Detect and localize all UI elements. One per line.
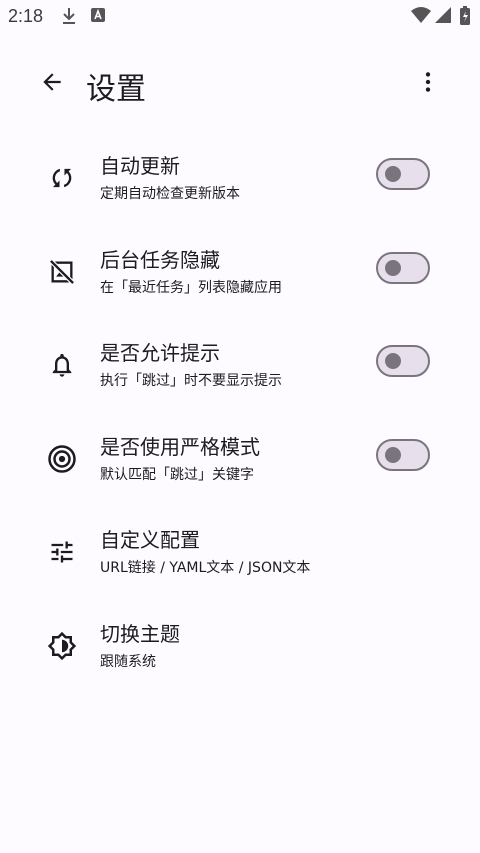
- toggle-knob: [385, 259, 401, 276]
- toggle-knob: [385, 353, 401, 369]
- app-notification-icon: [90, 6, 106, 28]
- setting-allow-hints[interactable]: 是否允许提示 执行「跳过」时不要显示提示: [0, 317, 480, 411]
- toggle-knob: [385, 446, 401, 463]
- setting-custom-config[interactable]: 自定义配置 URL链接 / YAML文本 / JSON文本: [0, 504, 480, 598]
- setting-subtitle: 跟随系统: [100, 653, 156, 670]
- download-icon: [60, 6, 78, 30]
- back-button[interactable]: [30, 62, 74, 106]
- setting-subtitle: 执行「跳过」时不要显示提示: [100, 373, 282, 389]
- top-app-bar: 设置: [0, 52, 480, 116]
- setting-hide-recents[interactable]: 后台任务隐藏 在「最近任务」列表隐藏应用: [0, 224, 480, 318]
- status-bar: 2:18: [0, 0, 480, 34]
- arrow-back-icon: [39, 69, 65, 99]
- toggle-knob: [385, 166, 401, 182]
- setting-title: 是否允许提示: [100, 341, 220, 365]
- hide-recents-toggle[interactable]: [376, 251, 430, 284]
- setting-theme[interactable]: 切换主题 跟随系统: [0, 598, 480, 692]
- setting-subtitle: 定期自动检查更新版本: [100, 186, 240, 202]
- setting-strict-mode[interactable]: 是否使用严格模式 默认匹配「跳过」关键字: [0, 411, 480, 505]
- battery-icon: [460, 6, 470, 30]
- target-icon: [44, 441, 80, 477]
- tune-icon: [44, 534, 80, 570]
- status-time: 2:18: [8, 6, 44, 26]
- setting-title: 自动更新: [100, 154, 180, 178]
- auto-update-toggle[interactable]: [376, 158, 430, 190]
- setting-title: 是否使用严格模式: [100, 434, 260, 459]
- wifi-icon: [410, 6, 432, 28]
- setting-subtitle: 在「最近任务」列表隐藏应用: [100, 279, 282, 296]
- settings-list: 自动更新 定期自动检查更新版本 后台任务隐藏 在「最近任务」列表隐藏应用 是否允…: [0, 130, 480, 691]
- bell-icon: [44, 347, 80, 383]
- allow-hints-toggle[interactable]: [376, 345, 430, 377]
- setting-title: 自定义配置: [100, 528, 200, 552]
- setting-subtitle: URL链接 / YAML文本 / JSON文本: [100, 560, 311, 576]
- more-vert-icon: [415, 69, 441, 99]
- page-title: 设置: [86, 72, 146, 107]
- signal-icon: [434, 6, 452, 28]
- brightness-icon: [44, 628, 80, 664]
- hide-image-icon: [44, 254, 80, 290]
- setting-auto-update[interactable]: 自动更新 定期自动检查更新版本: [0, 130, 480, 224]
- setting-title: 后台任务隐藏: [100, 247, 220, 272]
- setting-title: 切换主题: [100, 621, 180, 646]
- more-options-button[interactable]: [406, 62, 450, 106]
- strict-mode-toggle[interactable]: [376, 438, 430, 471]
- sync-icon: [44, 160, 80, 196]
- setting-subtitle: 默认匹配「跳过」关键字: [100, 466, 254, 483]
